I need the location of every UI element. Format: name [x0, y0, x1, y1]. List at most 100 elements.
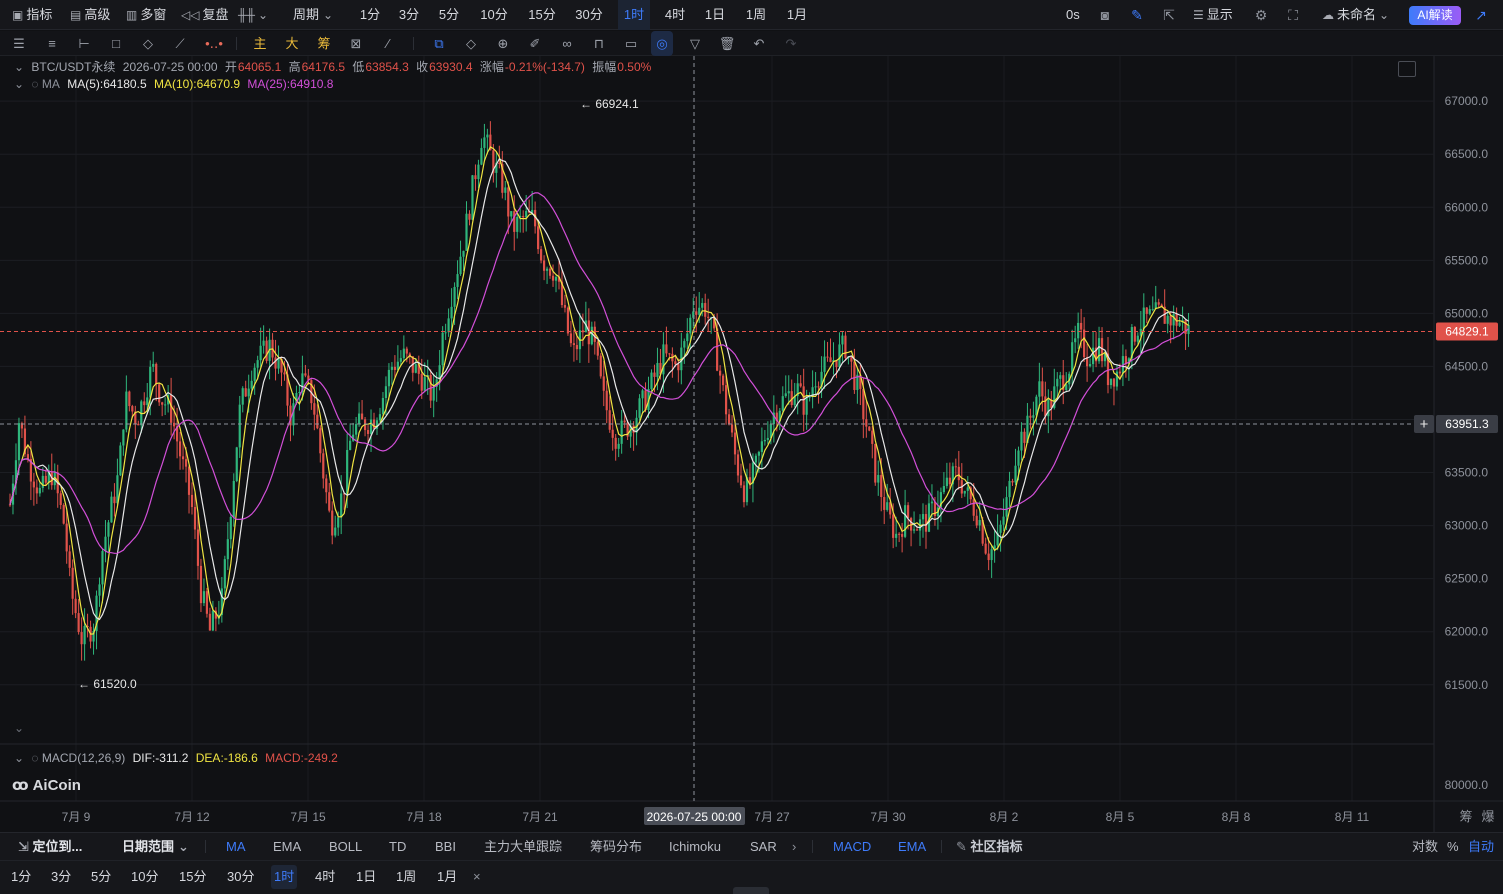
edit-icon: ✎	[956, 839, 971, 854]
chevron-circle-icon[interactable]: ⌄	[14, 721, 24, 735]
redo-icon[interactable]: ↷	[780, 31, 802, 56]
bottom-timeframe-6[interactable]: 1时	[271, 865, 298, 889]
expand-subchart[interactable]: ⌄	[14, 721, 28, 735]
drag-handle[interactable]	[733, 887, 769, 894]
bottom-timeframe-9[interactable]: 1周	[393, 865, 419, 889]
link-icon[interactable]: ∞	[556, 31, 578, 56]
bottom-timeframe-10[interactable]: 1月	[434, 865, 460, 889]
log-scale-button[interactable]: 对数	[1412, 833, 1438, 861]
bottom-timeframe-5[interactable]: 30分	[224, 865, 257, 889]
indicator-4[interactable]: BBI	[435, 833, 456, 861]
camera-icon[interactable]: ◙	[1095, 0, 1115, 30]
percent-scale-button[interactable]: %	[1447, 833, 1459, 861]
candle-body	[781, 396, 784, 411]
indicator-8[interactable]: SAR	[750, 833, 777, 861]
eraser-icon[interactable]: ✐	[524, 31, 546, 56]
magnet-icon[interactable]: ◎	[651, 31, 673, 56]
bottom-timeframe-0[interactable]: 1分	[8, 865, 34, 889]
candle-body	[211, 610, 214, 631]
layout-dropdown[interactable]: ☁ 未命名 ⌄	[1322, 0, 1392, 30]
sub-indicator-ema[interactable]: EMA	[898, 833, 926, 861]
collapse-icon[interactable]: ⌄	[14, 60, 24, 74]
horizontal-ray-icon[interactable]: ⊢	[73, 31, 95, 56]
candle-body	[131, 406, 134, 412]
zoom-in-icon[interactable]: ⊕	[492, 31, 514, 56]
bell-icon[interactable]: ◌	[31, 751, 38, 765]
filter-icon[interactable]: ▽	[684, 31, 706, 56]
trend-line-icon[interactable]: ⟋	[169, 31, 191, 56]
bottom-timeframe-3[interactable]: 10分	[128, 865, 161, 889]
timeframe-0[interactable]: 1分	[355, 0, 385, 30]
indicator-7[interactable]: Ichimoku	[669, 833, 721, 861]
undo-icon[interactable]: ↶	[748, 31, 770, 56]
community-indicators-button[interactable]: ✎ 社区指标	[956, 833, 1023, 861]
kline-chart[interactable]: 67000.0 66500.0 66000.0 65500.0 65000.0 64500…	[0, 56, 1503, 832]
trend-icon[interactable]: ↗	[1471, 0, 1491, 30]
timeframe-8[interactable]: 1日	[700, 0, 730, 30]
timeframe-5[interactable]: 30分	[571, 0, 607, 30]
template-icon[interactable]: ▭	[620, 31, 642, 56]
menu-lines-icon[interactable]: ☰	[8, 31, 30, 56]
timeframe-2[interactable]: 5分	[434, 0, 464, 30]
bell-icon[interactable]: ◌	[31, 77, 38, 91]
multi-window-button[interactable]: ▥ 多窗	[126, 0, 166, 30]
bottom-timeframe-4[interactable]: 15分	[176, 865, 209, 889]
indicator-0[interactable]: MA	[226, 833, 246, 861]
indicator-button[interactable]: ▣ 指标	[12, 0, 52, 30]
big-order-tool[interactable]: 大	[281, 31, 303, 56]
bottom-timeframe-1[interactable]: 3分	[48, 865, 74, 889]
bottom-timeframe-2[interactable]: 5分	[88, 865, 114, 889]
bottom-timeframe-8[interactable]: 1日	[353, 865, 379, 889]
main-force-tool[interactable]: 主	[249, 31, 271, 56]
expand-chart-icon[interactable]	[1398, 61, 1416, 77]
lock-icon[interactable]: ⊓	[588, 31, 610, 56]
collapse-icon[interactable]: ⌄	[14, 77, 24, 91]
chip-tool[interactable]: 筹	[313, 31, 335, 56]
timeframe-9[interactable]: 1周	[741, 0, 771, 30]
candle-body	[414, 364, 417, 373]
timeframe-6[interactable]: 1时	[618, 0, 650, 30]
period-dropdown[interactable]: 周期 ⌄	[293, 0, 336, 30]
measure-icon[interactable]: ◇	[460, 31, 482, 56]
auto-scale-button[interactable]: 自动	[1468, 833, 1494, 861]
indicator-3[interactable]: TD	[389, 833, 406, 861]
horizontal-lines-icon[interactable]: ≡	[41, 31, 63, 56]
timeframe-3[interactable]: 10分	[476, 0, 512, 30]
high-marker: ← 66924.1	[580, 97, 639, 111]
close-icon[interactable]: ×	[470, 865, 484, 889]
countdown: 0s	[1066, 7, 1080, 22]
settings-icon[interactable]: ⚙	[1251, 0, 1271, 30]
rectangle-icon[interactable]: □	[105, 31, 127, 56]
ruler-icon[interactable]: ◇	[137, 31, 159, 56]
date-range-dropdown[interactable]: 日期范围 ⌄	[122, 833, 189, 861]
bottom-timeframe-7[interactable]: 4时	[312, 865, 338, 889]
trash-icon[interactable]: 🗑	[716, 31, 738, 56]
chevron-right-icon[interactable]: ›	[792, 833, 796, 861]
ai-interpret-button[interactable]: AI解读	[1409, 6, 1461, 25]
timeframe-4[interactable]: 15分	[524, 0, 560, 30]
timeframe-1[interactable]: 3分	[394, 0, 424, 30]
timeframe-7[interactable]: 4时	[659, 0, 691, 30]
chart-canvas[interactable]: 67000.0 66500.0 66000.0 65500.0 65000.0 64500…	[0, 56, 1503, 832]
copy-icon[interactable]: ⧉	[428, 31, 450, 56]
sub-indicator-macd[interactable]: MACD	[833, 833, 871, 861]
image-icon[interactable]: ⊠	[345, 31, 367, 56]
indicator-6[interactable]: 筹码分布	[590, 833, 642, 861]
pen-icon[interactable]: ✎	[1127, 0, 1147, 30]
chart-type-button[interactable]: ╫╫ ⌄	[238, 0, 271, 30]
indicator-5[interactable]: 主力大单跟踪	[484, 833, 562, 861]
candle-body	[954, 466, 957, 468]
brush-icon[interactable]: ⁄	[377, 31, 399, 56]
candle-body	[322, 453, 325, 479]
dot-line-icon[interactable]: •‥•	[203, 31, 225, 56]
indicator-1[interactable]: EMA	[273, 833, 301, 861]
timeframe-10[interactable]: 1月	[782, 0, 812, 30]
advanced-button[interactable]: ▤ 高级	[70, 0, 110, 30]
fullscreen-icon[interactable]: ⛶	[1283, 0, 1303, 30]
collapse-icon[interactable]: ⌄	[14, 751, 24, 765]
locate-button[interactable]: ⇲ 定位到...	[18, 833, 82, 861]
share-icon[interactable]: ⇱	[1159, 0, 1179, 30]
indicator-2[interactable]: BOLL	[329, 833, 362, 861]
replay-button[interactable]: ◁◁ 复盘	[181, 0, 228, 30]
display-button[interactable]: ☰ 显示	[1193, 0, 1233, 30]
